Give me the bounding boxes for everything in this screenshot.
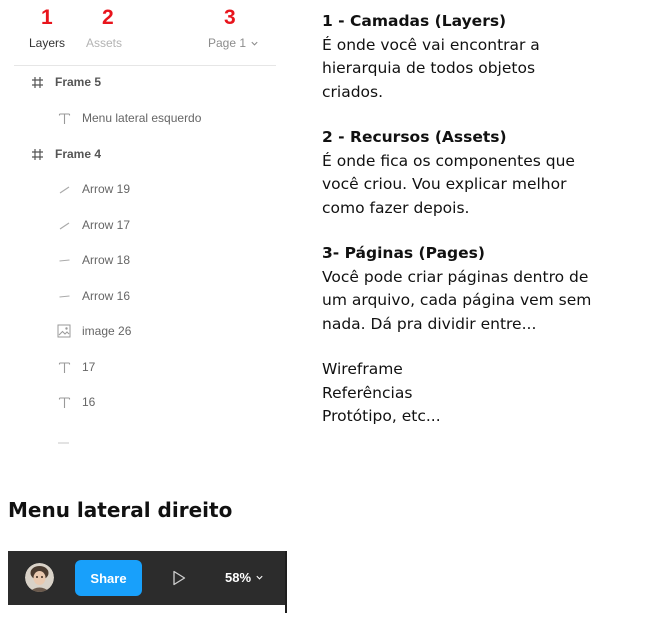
info-line: você criou. Vou explicar melhor: [322, 175, 567, 193]
info-line: É onde fica os componentes que: [322, 151, 575, 170]
annotation-number-1: 1: [41, 6, 53, 29]
layer-row-frame-5[interactable]: Frame 5: [0, 67, 276, 97]
layer-row-arrow-16[interactable]: Arrow 16: [0, 281, 276, 311]
info-heading: 2 - Recursos (Assets): [322, 128, 507, 146]
panel-divider: [14, 65, 276, 66]
layer-row-image-26[interactable]: image 26: [0, 316, 276, 346]
share-button[interactable]: Share: [75, 560, 142, 596]
info-section-pages: 3- Páginas (Pages) Você pode criar págin…: [322, 242, 632, 336]
toolbar-edge: [285, 551, 287, 613]
info-line: como fazer depois.: [322, 198, 470, 217]
text-icon: [57, 111, 71, 125]
info-line: criados.: [322, 82, 384, 101]
page-selector-label: Page 1: [208, 36, 247, 50]
info-line: Você pode criar páginas dentro de: [322, 267, 589, 286]
panel-tabs: Layers Assets Page 1: [0, 34, 276, 58]
right-toolbar: Share 58%: [8, 551, 287, 605]
tab-layers[interactable]: Layers: [29, 36, 65, 50]
tab-assets[interactable]: Assets: [86, 36, 122, 50]
layer-label: Arrow 18: [82, 253, 131, 267]
info-line: hierarquia de todos objetos: [322, 59, 536, 77]
info-heading: 1 - Camadas (Layers): [322, 12, 507, 30]
layer-label: Frame 5: [55, 75, 102, 89]
avatar[interactable]: [25, 563, 54, 592]
info-list-item: Referências: [322, 383, 413, 402]
line-icon: [57, 432, 70, 450]
layer-row-text[interactable]: Menu lateral esquerdo: [0, 103, 276, 133]
image-icon: [57, 324, 71, 338]
info-list-item: Wireframe: [322, 360, 403, 378]
layer-row-text-16[interactable]: 16: [0, 387, 276, 417]
page-selector[interactable]: Page 1: [208, 36, 259, 50]
text-icon: [57, 360, 71, 374]
layer-label: Arrow 16: [82, 289, 131, 303]
layer-label: Arrow 19: [82, 182, 131, 196]
chevron-down-icon: [251, 41, 258, 46]
annotation-number-2: 2: [102, 6, 114, 29]
play-icon[interactable]: [172, 570, 186, 586]
layer-row-frame-4[interactable]: Frame 4: [0, 139, 276, 169]
annotation-number-3: 3: [224, 6, 236, 29]
frame-icon: [30, 75, 44, 89]
chevron-down-icon: [256, 575, 263, 580]
info-line: nada. Dá pra dividir entre...: [322, 314, 537, 333]
layer-label: Menu lateral esquerdo: [82, 111, 202, 125]
arrow-line-icon: [57, 218, 71, 232]
frame-icon: [30, 147, 44, 161]
layer-label: Frame 4: [55, 147, 102, 161]
info-section-assets: 2 - Recursos (Assets) É onde fica os com…: [322, 126, 632, 220]
info-heading: 3- Páginas (Pages): [322, 244, 485, 262]
line-icon: [57, 289, 71, 303]
info-text: 1 - Camadas (Layers) É onde você vai enc…: [322, 10, 632, 451]
layer-row-arrow-18[interactable]: Arrow 18: [0, 245, 276, 275]
layer-row-arrow-17[interactable]: Arrow 17: [0, 210, 276, 240]
arrow-line-icon: [57, 182, 71, 196]
info-list: Wireframe Referências Protótipo, etc...: [322, 358, 632, 429]
info-list-item: Protótipo, etc...: [322, 407, 441, 425]
layer-label: 17: [82, 360, 96, 374]
layer-label: 16: [82, 395, 96, 409]
text-icon: [57, 395, 71, 409]
layer-row-text-17[interactable]: 17: [0, 352, 276, 382]
zoom-label: 58%: [225, 570, 252, 585]
layer-label: Arrow 17: [82, 218, 131, 232]
zoom-dropdown[interactable]: 58%: [225, 570, 264, 585]
info-line: É onde você vai encontrar a: [322, 35, 540, 54]
section-title: Menu lateral direito: [8, 498, 233, 522]
info-section-layers: 1 - Camadas (Layers) É onde você vai enc…: [322, 10, 632, 104]
layer-label: image 26: [82, 324, 132, 338]
layer-row-arrow-19[interactable]: Arrow 19: [0, 174, 276, 204]
info-line: um arquivo, cada página vem sem: [322, 291, 592, 309]
line-icon: [57, 253, 71, 267]
